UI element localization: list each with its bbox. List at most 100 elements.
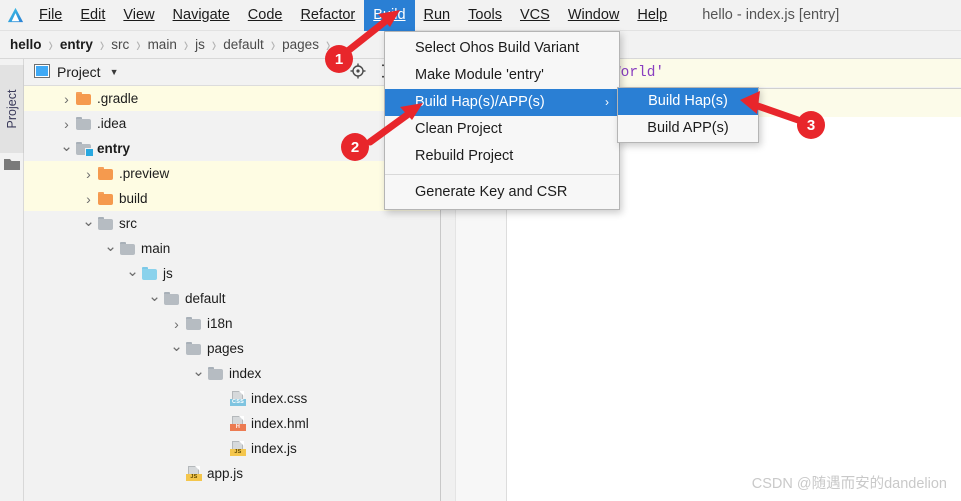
- folder-icon: [76, 92, 92, 105]
- chevron-down-icon[interactable]: ⌄: [148, 288, 161, 305]
- project-panel-title: Project: [57, 64, 101, 80]
- breadcrumb-item-entry[interactable]: entry: [60, 37, 93, 52]
- breadcrumb-item-js[interactable]: js: [195, 37, 205, 52]
- menu-item-generate-key-and-csr-label: Generate Key and CSR: [415, 184, 568, 200]
- menu-code[interactable]: Code: [239, 0, 292, 31]
- chevron-right-icon[interactable]: ›: [82, 166, 95, 182]
- menu-window[interactable]: Window: [559, 0, 629, 31]
- tree-node-label: .idea: [97, 116, 127, 131]
- menu-help[interactable]: Help: [628, 0, 676, 31]
- window-title: hello - index.js [entry]: [702, 7, 840, 23]
- folder-icon: [98, 217, 114, 230]
- menu-edit[interactable]: Edit: [71, 0, 114, 31]
- chevron-right-icon[interactable]: ›: [60, 91, 73, 107]
- menu-build[interactable]: Build: [364, 0, 415, 31]
- menu-separator: [385, 174, 619, 175]
- menu-refactor-label: Refactor: [300, 6, 356, 23]
- tree-row[interactable]: ⌄ default: [24, 286, 440, 311]
- tree-row[interactable]: JS index.js: [24, 436, 440, 461]
- hml-file-icon: H: [230, 416, 246, 431]
- menu-item-build-haps-apps[interactable]: Build Hap(s)/APP(s) ›: [385, 89, 619, 116]
- tree-row[interactable]: ⌄ pages: [24, 336, 440, 361]
- submenu-item-build-apps[interactable]: Build APP(s): [618, 115, 758, 142]
- folder-icon: [186, 317, 202, 330]
- chevron-down-icon[interactable]: ⌄: [82, 213, 95, 230]
- menu-vcs[interactable]: VCS: [511, 0, 559, 31]
- tree-row[interactable]: › .gradle: [24, 86, 440, 111]
- tree-row[interactable]: JS app.js: [24, 461, 440, 486]
- menu-item-select-ohos-build-variant-label: Select Ohos Build Variant: [415, 40, 580, 56]
- menu-item-clean-project[interactable]: Clean Project: [385, 116, 619, 143]
- tree-node-label: default: [185, 291, 226, 306]
- project-tree: › .gradle › .idea ⌄ entry › .preview › build ⌄ src ⌄…: [24, 86, 440, 486]
- submenu-item-build-haps[interactable]: Build Hap(s): [618, 88, 758, 115]
- breadcrumb-separator-icon: ›: [270, 32, 276, 57]
- chevron-down-icon[interactable]: ⌄: [170, 338, 183, 355]
- tree-node-label: build: [119, 191, 148, 206]
- tree-row[interactable]: › .idea: [24, 111, 440, 136]
- menu-tools-label: Tools: [468, 6, 502, 23]
- js-file-icon: JS: [230, 441, 246, 456]
- tree-row[interactable]: ⌄ main: [24, 236, 440, 261]
- project-panel-header: Project ▼: [24, 59, 440, 86]
- tree-row[interactable]: ⌄ index: [24, 361, 440, 386]
- tree-row[interactable]: › i18n: [24, 311, 440, 336]
- chevron-down-icon[interactable]: ⌄: [104, 238, 117, 255]
- tree-row[interactable]: › .preview: [24, 161, 440, 186]
- menu-item-rebuild-project[interactable]: Rebuild Project: [385, 143, 619, 170]
- project-tool-window: Project ▼ › .gradle › .idea ⌄ entry › .p…: [24, 59, 441, 501]
- chevron-down-icon[interactable]: ⌄: [126, 263, 139, 280]
- tree-node-label: entry: [97, 141, 131, 156]
- breadcrumb-item-default[interactable]: default: [223, 37, 264, 52]
- folder-icon[interactable]: [4, 157, 20, 170]
- tree-row[interactable]: ⌄ src: [24, 211, 440, 236]
- chevron-down-icon[interactable]: ▼: [110, 67, 119, 77]
- folder-icon: [76, 142, 94, 157]
- css-file-icon: CSS: [230, 391, 246, 406]
- menu-item-make-module-entry[interactable]: Make Module 'entry': [385, 62, 619, 89]
- menu-tools[interactable]: Tools: [459, 0, 511, 31]
- deveco-logo-icon: [0, 0, 30, 31]
- tool-window-tab-project[interactable]: Project: [0, 65, 24, 153]
- chevron-down-icon[interactable]: ⌄: [192, 363, 205, 380]
- js-file-icon: JS: [186, 466, 202, 481]
- folder-icon: [164, 292, 180, 305]
- folder-icon: [98, 192, 114, 205]
- breadcrumb-item-src[interactable]: src: [111, 37, 129, 52]
- tree-row[interactable]: CSS index.css: [24, 386, 440, 411]
- menu-item-generate-key-and-csr[interactable]: Generate Key and CSR: [385, 179, 619, 206]
- left-tool-strip: Project: [0, 59, 24, 501]
- menu-view[interactable]: View: [114, 0, 163, 31]
- menu-navigate[interactable]: Navigate: [164, 0, 239, 31]
- tree-row[interactable]: Hindex.hml: [24, 411, 440, 436]
- tree-row[interactable]: › build: [24, 186, 440, 211]
- menu-run[interactable]: Run: [415, 0, 460, 31]
- breadcrumb-item-hello[interactable]: hello: [10, 37, 42, 52]
- folder-icon: [208, 367, 224, 380]
- tree-row[interactable]: ⌄ entry: [24, 136, 440, 161]
- chevron-down-icon[interactable]: ⌄: [60, 138, 73, 155]
- menu-view-label: View: [123, 6, 155, 23]
- menu-item-select-ohos-build-variant[interactable]: Select Ohos Build Variant: [385, 35, 619, 62]
- chevron-right-icon[interactable]: ›: [60, 116, 73, 132]
- locate-target-icon[interactable]: [350, 63, 366, 82]
- breadcrumb-item-main[interactable]: main: [148, 37, 177, 52]
- menu-help-label: Help: [637, 6, 668, 23]
- tree-node-label: .preview: [119, 166, 170, 181]
- chevron-right-icon[interactable]: ›: [82, 191, 95, 207]
- menu-file[interactable]: File: [30, 0, 71, 31]
- menu-vcs-label: VCS: [519, 6, 550, 23]
- menu-refactor[interactable]: Refactor: [291, 0, 364, 31]
- module-badge-icon: [85, 148, 94, 157]
- menu-item-build-haps-apps-label: Build Hap(s)/APP(s): [415, 94, 545, 110]
- folder-icon: [98, 167, 114, 180]
- menu-navigate-label: Navigate: [172, 6, 230, 23]
- submenu-item-build-haps-label: Build Hap(s): [648, 93, 728, 109]
- breadcrumb-item-pages[interactable]: pages: [282, 37, 319, 52]
- chevron-right-icon[interactable]: ›: [170, 316, 183, 332]
- build-submenu-popup: Build Hap(s) Build APP(s): [617, 87, 759, 143]
- tree-row[interactable]: ⌄ js: [24, 261, 440, 286]
- menu-window-label: Window: [567, 6, 620, 23]
